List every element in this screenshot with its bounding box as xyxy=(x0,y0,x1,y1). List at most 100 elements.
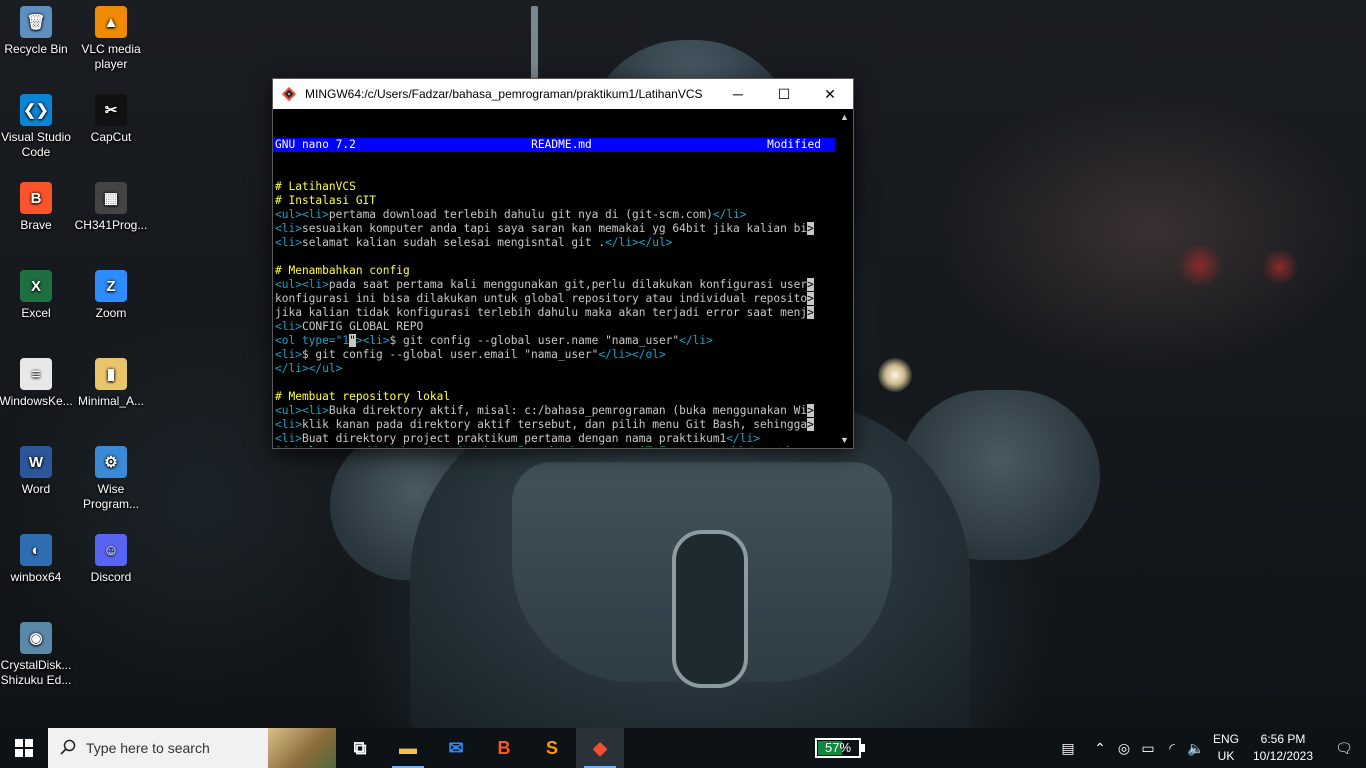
nano-version: GNU nano 7.2 xyxy=(275,138,356,151)
sublime-text-icon: S xyxy=(545,737,558,758)
desktop-icon[interactable]: ◉ CrystalDisk... Shizuku Ed... xyxy=(0,622,74,688)
nano-line: # LatihanVCS xyxy=(273,180,835,194)
nano-line: jika kalian tidak konfigurasi terlebih d… xyxy=(273,306,835,320)
desktop-icon-label: Wise Program... xyxy=(82,482,139,511)
taskbar-sublime-text[interactable]: S xyxy=(528,728,576,768)
nano-text: # Membuat repository lokal xyxy=(275,390,451,403)
taskbar-file-explorer[interactable]: ▬ xyxy=(384,728,432,768)
taskbar-search[interactable]: Type here to search xyxy=(48,728,336,768)
desktop-icon-label: Recycle Bin xyxy=(4,42,68,56)
app-icon: ▲ xyxy=(95,6,127,38)
vertical-scrollbar[interactable]: ▲ ▼ xyxy=(836,110,853,447)
app-icon: Z xyxy=(95,270,127,302)
nano-text: > xyxy=(807,292,814,305)
app-icon: ⚙ xyxy=(95,446,127,478)
nano-text: ><li> xyxy=(355,334,390,347)
nano-shortcut: ^G Help xyxy=(275,445,366,447)
app-icon: ✂ xyxy=(95,94,127,126)
window-titlebar[interactable]: MINGW64:/c/Users/Fadzar/bahasa_pemrogram… xyxy=(273,79,853,109)
battery-icon[interactable]: ▭ xyxy=(1136,728,1160,768)
nano-line: <ul><li>pada saat pertama kali menggunak… xyxy=(273,278,835,292)
nano-shortcut: ^C Location xyxy=(730,445,821,447)
chevron-up-icon[interactable]: ⌃ xyxy=(1088,728,1112,768)
scroll-down-icon[interactable]: ▼ xyxy=(836,433,853,447)
taskbar-apps: ⧉ ▬ ✉ B S ◆ xyxy=(336,728,624,768)
nano-text: <li> xyxy=(275,222,302,235)
desktop-icon-label: Discord xyxy=(90,570,132,584)
start-button[interactable] xyxy=(0,728,48,768)
nano-text: <li> xyxy=(275,348,302,361)
nano-shortcut: ^K Cut xyxy=(548,445,639,447)
mail-icon: ✉ xyxy=(448,737,464,758)
nano-text: konfigurasi ini bisa dilakukan untuk glo… xyxy=(275,292,808,305)
desktop-icon[interactable]: ◐ winbox64 xyxy=(0,534,74,585)
desktop-icon[interactable]: 🗑 Recycle Bin xyxy=(0,6,74,57)
news-icon[interactable]: ▤ xyxy=(1048,728,1088,768)
taskbar-mail[interactable]: ✉ xyxy=(432,728,480,768)
nano-line xyxy=(273,250,835,264)
desktop-icon[interactable]: ❮❯ Visual Studio Code xyxy=(0,94,74,160)
desktop-icon[interactable]: X Excel xyxy=(0,270,74,321)
app-icon: ◉ xyxy=(20,622,52,654)
taskbar-task-view[interactable]: ⧉ xyxy=(336,728,384,768)
nano-text: # LatihanVCS xyxy=(275,180,356,193)
nano-line: # Instalasi GIT xyxy=(273,194,835,208)
desktop-icon[interactable]: ✂ CapCut xyxy=(73,94,149,145)
app-icon: X xyxy=(20,270,52,302)
notification-icon[interactable]: 🗨 xyxy=(1322,728,1366,768)
wallpaper-emblem xyxy=(672,530,748,688)
maximize-button[interactable]: ☐ xyxy=(761,79,807,109)
nano-text: $ git config --global user.name "nama_us… xyxy=(389,334,680,347)
desktop-icon-label: WindowsKe... xyxy=(0,394,73,408)
desktop-icon[interactable]: ⚙ Wise Program... xyxy=(73,446,149,512)
search-highlight-image xyxy=(268,728,336,768)
nano-editor[interactable]: GNU nano 7.2 README.md Modified # Latiha… xyxy=(273,110,835,447)
app-icon: ≡ xyxy=(20,358,52,390)
nano-line: <li>sesuaikan komputer anda tapi saya sa… xyxy=(273,222,835,236)
desktop-icon[interactable]: Z Zoom xyxy=(73,270,149,321)
git-bash-window[interactable]: MINGW64:/c/Users/Fadzar/bahasa_pemrogram… xyxy=(272,78,854,449)
desktop-icon[interactable]: ▲ VLC media player xyxy=(73,6,149,72)
scroll-up-icon[interactable]: ▲ xyxy=(836,110,853,124)
nano-text: <ul><li> xyxy=(275,278,329,291)
desktop-icon[interactable]: B Brave xyxy=(0,182,74,233)
desktop-icon-label: winbox64 xyxy=(10,570,62,584)
clock[interactable]: 6:56 PM 10/12/2023 xyxy=(1244,731,1322,765)
desktop-icon-label: CapCut xyxy=(90,130,132,144)
system-tray: ▤ ⌃ ◎ ▭ ◜ 🔈 ENG UK 6:56 PM 10/12/2023 🗨 xyxy=(1048,728,1366,768)
desktop-icon[interactable]: ☺ Discord xyxy=(73,534,149,585)
nano-text: > xyxy=(807,404,814,417)
nano-text: # Menambahkan config xyxy=(275,264,410,277)
nano-buffer[interactable]: # LatihanVCS # Instalasi GIT <ul><li>perta… xyxy=(273,180,835,447)
nano-text: </li></ul> xyxy=(605,236,673,249)
desktop-icon[interactable]: ▦ CH341Prog... xyxy=(73,182,149,233)
task-view-icon: ⧉ xyxy=(353,737,367,758)
nano-shortcut: ^T Execute xyxy=(639,445,730,447)
nano-line: <li>selamat kalian sudah selesai mengisn… xyxy=(273,236,835,250)
minimize-button[interactable]: ─ xyxy=(715,79,761,109)
nano-text: pada saat pertama kali menggunakan git,p… xyxy=(328,278,808,291)
nano-line: <li>CONFIG GLOBAL REPO xyxy=(273,320,835,334)
windows-icon xyxy=(15,739,33,757)
text-cursor: " xyxy=(349,334,356,347)
webcam-icon[interactable]: ◎ xyxy=(1112,728,1136,768)
taskbar-git-bash[interactable]: ◆ xyxy=(576,728,624,768)
desktop-icon-label: Word xyxy=(21,482,51,496)
nano-line: </li></ul> xyxy=(273,362,835,376)
desktop-icon[interactable]: ▮ Minimal_A... xyxy=(73,358,149,409)
nano-text: </li> xyxy=(679,334,713,347)
nano-line: <ol type="1"><li>$ git config --global u… xyxy=(273,334,835,348)
app-icon: ◐ xyxy=(20,534,52,566)
lang-code: ENG xyxy=(1212,732,1239,746)
desktop-icon[interactable]: ≡ WindowsKe... xyxy=(0,358,74,409)
desktop-icon[interactable]: W Word xyxy=(0,446,74,497)
nano-status: Modified xyxy=(767,138,821,151)
search-placeholder: Type here to search xyxy=(86,740,210,756)
close-button[interactable]: ✕ xyxy=(807,79,853,109)
nano-text: </li></ul> xyxy=(275,362,343,375)
volume-muted-icon[interactable]: 🔈 xyxy=(1184,728,1208,768)
wifi-icon[interactable]: ◜ xyxy=(1160,728,1184,768)
language-indicator[interactable]: ENG UK xyxy=(1208,731,1244,765)
nano-shortcut: ^O Write Out xyxy=(366,445,457,447)
taskbar-brave[interactable]: B xyxy=(480,728,528,768)
